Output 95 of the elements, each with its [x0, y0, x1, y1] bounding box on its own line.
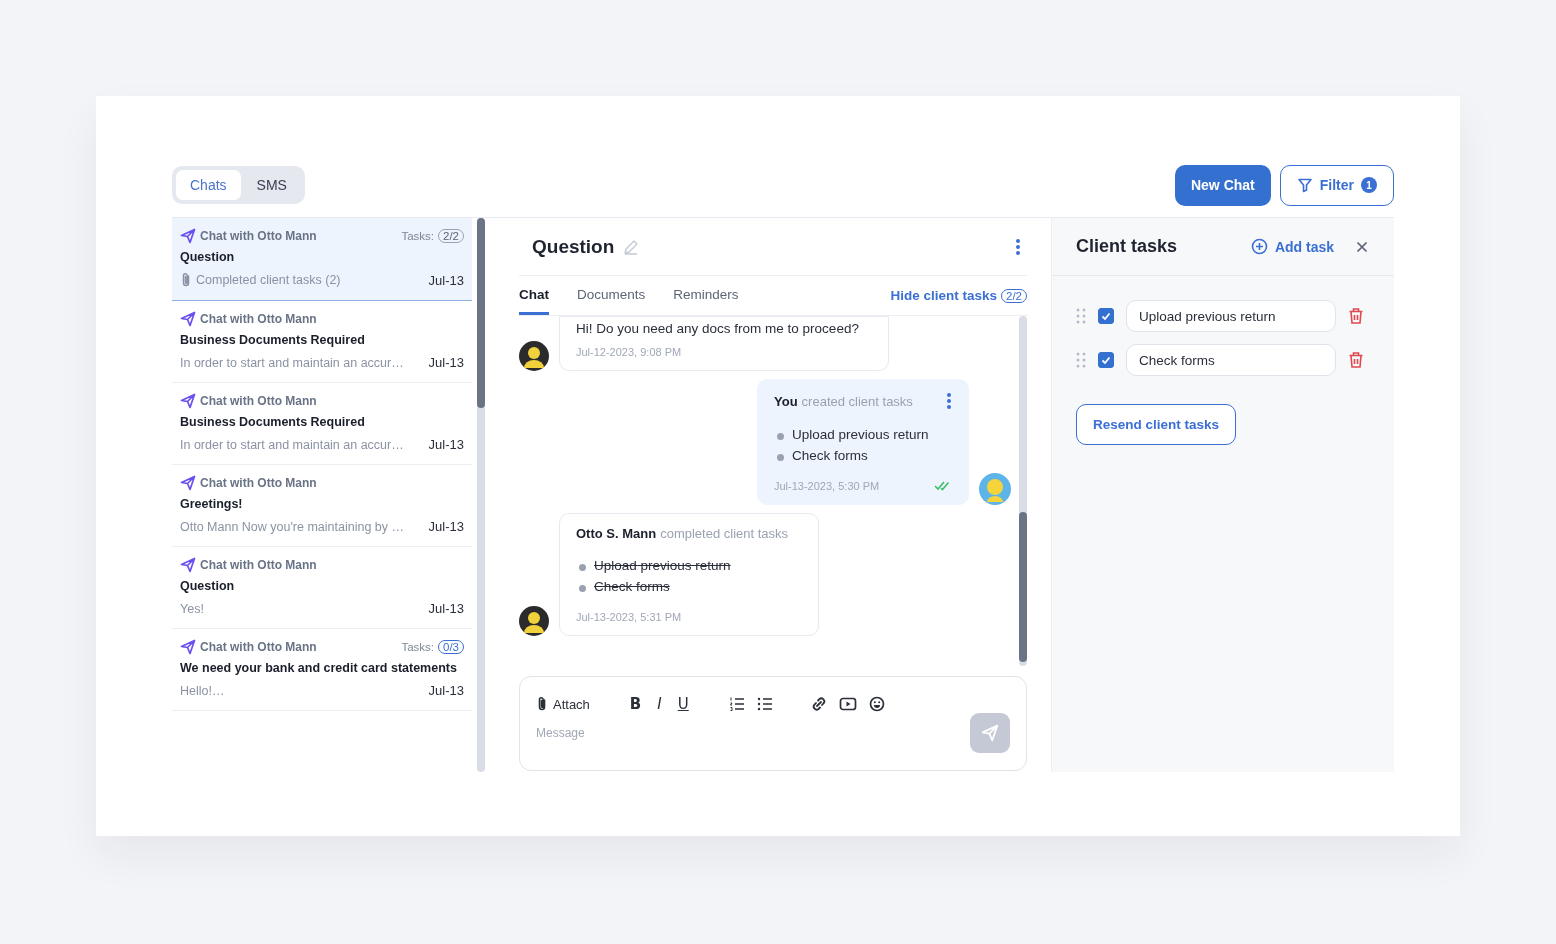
conversation-date: Jul-13	[427, 437, 464, 452]
message-preview: In order to start and maintain an accur…	[180, 437, 404, 452]
view-tab[interactable]: Chats	[176, 170, 241, 200]
new-chat-button[interactable]: New Chat	[1174, 164, 1271, 206]
filter-button[interactable]: Filter 1	[1279, 164, 1394, 206]
conversation-item[interactable]: Chat with Otto Mann Question Yes! Jul-13	[172, 547, 472, 629]
paper-plane-icon	[180, 557, 196, 573]
more-icon[interactable]	[946, 392, 952, 410]
conversation-item[interactable]: Chat with Otto Mann Greetings! Otto Mann Now you're maintaining by … Jul-13	[172, 465, 472, 547]
task-field[interactable]: Check forms	[1126, 344, 1336, 376]
add-task-button[interactable]: Add task	[1250, 238, 1334, 255]
avatar-icon	[519, 341, 549, 371]
checkmark-icon	[1100, 354, 1112, 366]
drag-handle-icon[interactable]	[1076, 352, 1086, 368]
message-text: Hi! Do you need any docs from me to proceed?	[576, 321, 860, 336]
conversation-title: Greetings!	[180, 497, 244, 511]
paper-plane-icon	[180, 639, 196, 655]
conversation-date: Jul-13	[427, 519, 464, 534]
channel-label: Chat with Otto Mann	[200, 394, 317, 408]
paperclip-icon	[536, 696, 548, 712]
conversation-date: Jul-13	[427, 601, 464, 616]
close-icon[interactable]	[1356, 240, 1368, 253]
trash-icon[interactable]	[1348, 307, 1364, 325]
scrollbar-thumb[interactable]	[1019, 512, 1027, 662]
conversation-date: Jul-13	[427, 272, 464, 288]
drag-handle-icon[interactable]	[1076, 308, 1086, 324]
format-button[interactable]: U	[675, 695, 691, 713]
plus-circle-icon	[1250, 238, 1268, 255]
conversation-title: Business Documents Required	[180, 333, 366, 347]
paper-plane-icon	[180, 311, 196, 327]
message-author: You	[774, 393, 798, 409]
more-icon[interactable]	[1015, 237, 1021, 256]
channel-label: Chat with Otto Mann	[200, 476, 317, 490]
message-preview: In order to start and maintain an accur…	[180, 355, 404, 370]
conversation-title: We need your bank and credit card statements	[180, 661, 458, 675]
panel-title: Client tasks	[1076, 236, 1178, 257]
message-action: created client tasks	[801, 393, 913, 409]
conversation-title: Question	[180, 250, 236, 264]
message-preview: Hello!…	[180, 683, 225, 698]
conversation-date: Jul-13	[427, 683, 464, 698]
message-preview: Yes!	[180, 601, 204, 616]
task-item: Check forms	[774, 445, 952, 466]
resend-tasks-button[interactable]: Resend client tasks	[1076, 404, 1237, 445]
chat-tab[interactable]: Reminders	[673, 276, 739, 315]
message-time: Jul-12-2023, 9:08 PM	[576, 346, 682, 358]
filter-count: 1	[1361, 177, 1377, 193]
chat-tab[interactable]: Chat	[519, 276, 549, 315]
channel-label: Chat with Otto Mann	[200, 558, 317, 572]
emoji-icon[interactable]	[868, 696, 885, 712]
conversation-item[interactable]: Chat with Otto Mann Business Documents Required In order to start and maintain an accur… Jul-13	[172, 383, 472, 465]
message-input[interactable]: Message	[536, 726, 970, 740]
message-preview: Otto Mann Now you're maintaining by …	[180, 519, 405, 534]
conversation-item[interactable]: Chat with Otto Mann Tasks: 0/3 We need your bank and credit card statements Hello!… Jul-13	[172, 629, 472, 711]
channel-label: Chat with Otto Mann	[200, 312, 317, 326]
conversation-title: Business Documents Required	[180, 415, 366, 429]
conversation-item[interactable]: Chat with Otto Mann Business Documents Required In order to start and maintain an accur… Jul-13	[172, 301, 472, 383]
view-tab[interactable]: SMS	[242, 170, 301, 200]
conversation-title: Question	[180, 579, 236, 593]
checkmark-icon	[1100, 310, 1112, 322]
channel-label: Chat with Otto Mann	[200, 640, 317, 654]
attach-button[interactable]: Attach	[536, 696, 590, 712]
avatar-icon	[979, 473, 1011, 505]
numbered-list-icon[interactable]	[728, 696, 745, 712]
video-icon[interactable]	[838, 696, 857, 712]
conversation-date: Jul-13	[427, 355, 464, 370]
paper-plane-icon	[180, 393, 196, 409]
avatar-icon	[519, 606, 549, 636]
tasks-label: Tasks:	[401, 230, 434, 242]
message-time: Jul-13-2023, 5:30 PM	[774, 480, 880, 492]
message-action: completed client tasks	[660, 526, 789, 541]
bullet-list-icon[interactable]	[756, 696, 773, 712]
task-item: Upload previous return	[774, 424, 952, 445]
chat-tab[interactable]: Documents	[577, 276, 646, 315]
trash-icon[interactable]	[1348, 351, 1364, 369]
task-item: Upload previous return	[576, 555, 802, 576]
link-icon[interactable]	[810, 696, 827, 712]
tasks-label: Tasks:	[401, 641, 434, 653]
chat-title: Question	[532, 235, 615, 258]
message-preview: Completed client tasks (2)	[196, 273, 341, 287]
format-button[interactable]: B	[627, 695, 644, 713]
task-checkbox[interactable]	[1098, 308, 1114, 324]
task-checkbox[interactable]	[1098, 352, 1114, 368]
task-item: Check forms	[576, 576, 802, 597]
scrollbar-thumb[interactable]	[477, 218, 485, 408]
paper-plane-icon	[180, 228, 196, 244]
message-author: Otto S. Mann	[576, 526, 657, 541]
format-button[interactable]: I	[655, 695, 664, 713]
conversation-item[interactable]: Chat with Otto Mann Tasks: 2/2 Question Completed client tasks (2) Jul-13	[172, 218, 472, 301]
filter-icon	[1296, 177, 1313, 193]
task-field[interactable]: Upload previous return	[1126, 300, 1336, 332]
hide-tasks-link[interactable]: Hide client tasks 2/2	[890, 276, 1027, 315]
message-time: Jul-13-2023, 5:31 PM	[576, 611, 682, 623]
channel-label: Chat with Otto Mann	[200, 229, 317, 243]
paper-plane-icon	[981, 724, 999, 742]
paper-plane-icon	[180, 475, 196, 491]
